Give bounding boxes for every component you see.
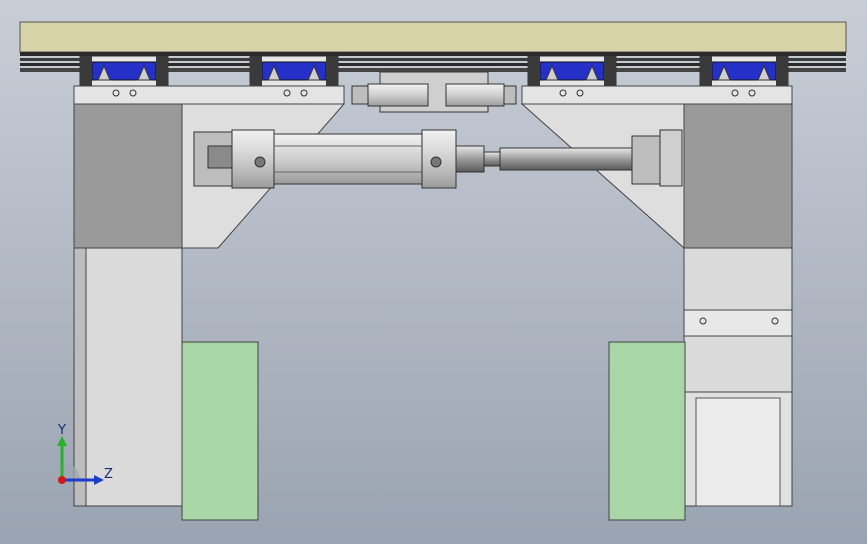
carriage-block [699,55,789,87]
triad-z-label: Z [104,467,113,482]
assembly-drawing [19,21,847,521]
carriage-block [527,55,617,87]
left-gripper-pad [181,341,259,521]
cad-viewport[interactable]: Y Z [0,0,867,544]
right-gripper-pad [608,341,686,521]
triad-y-label: Y [58,423,66,438]
carriage-block [249,55,339,87]
carriage-block [79,55,169,87]
center-connector [351,71,517,113]
